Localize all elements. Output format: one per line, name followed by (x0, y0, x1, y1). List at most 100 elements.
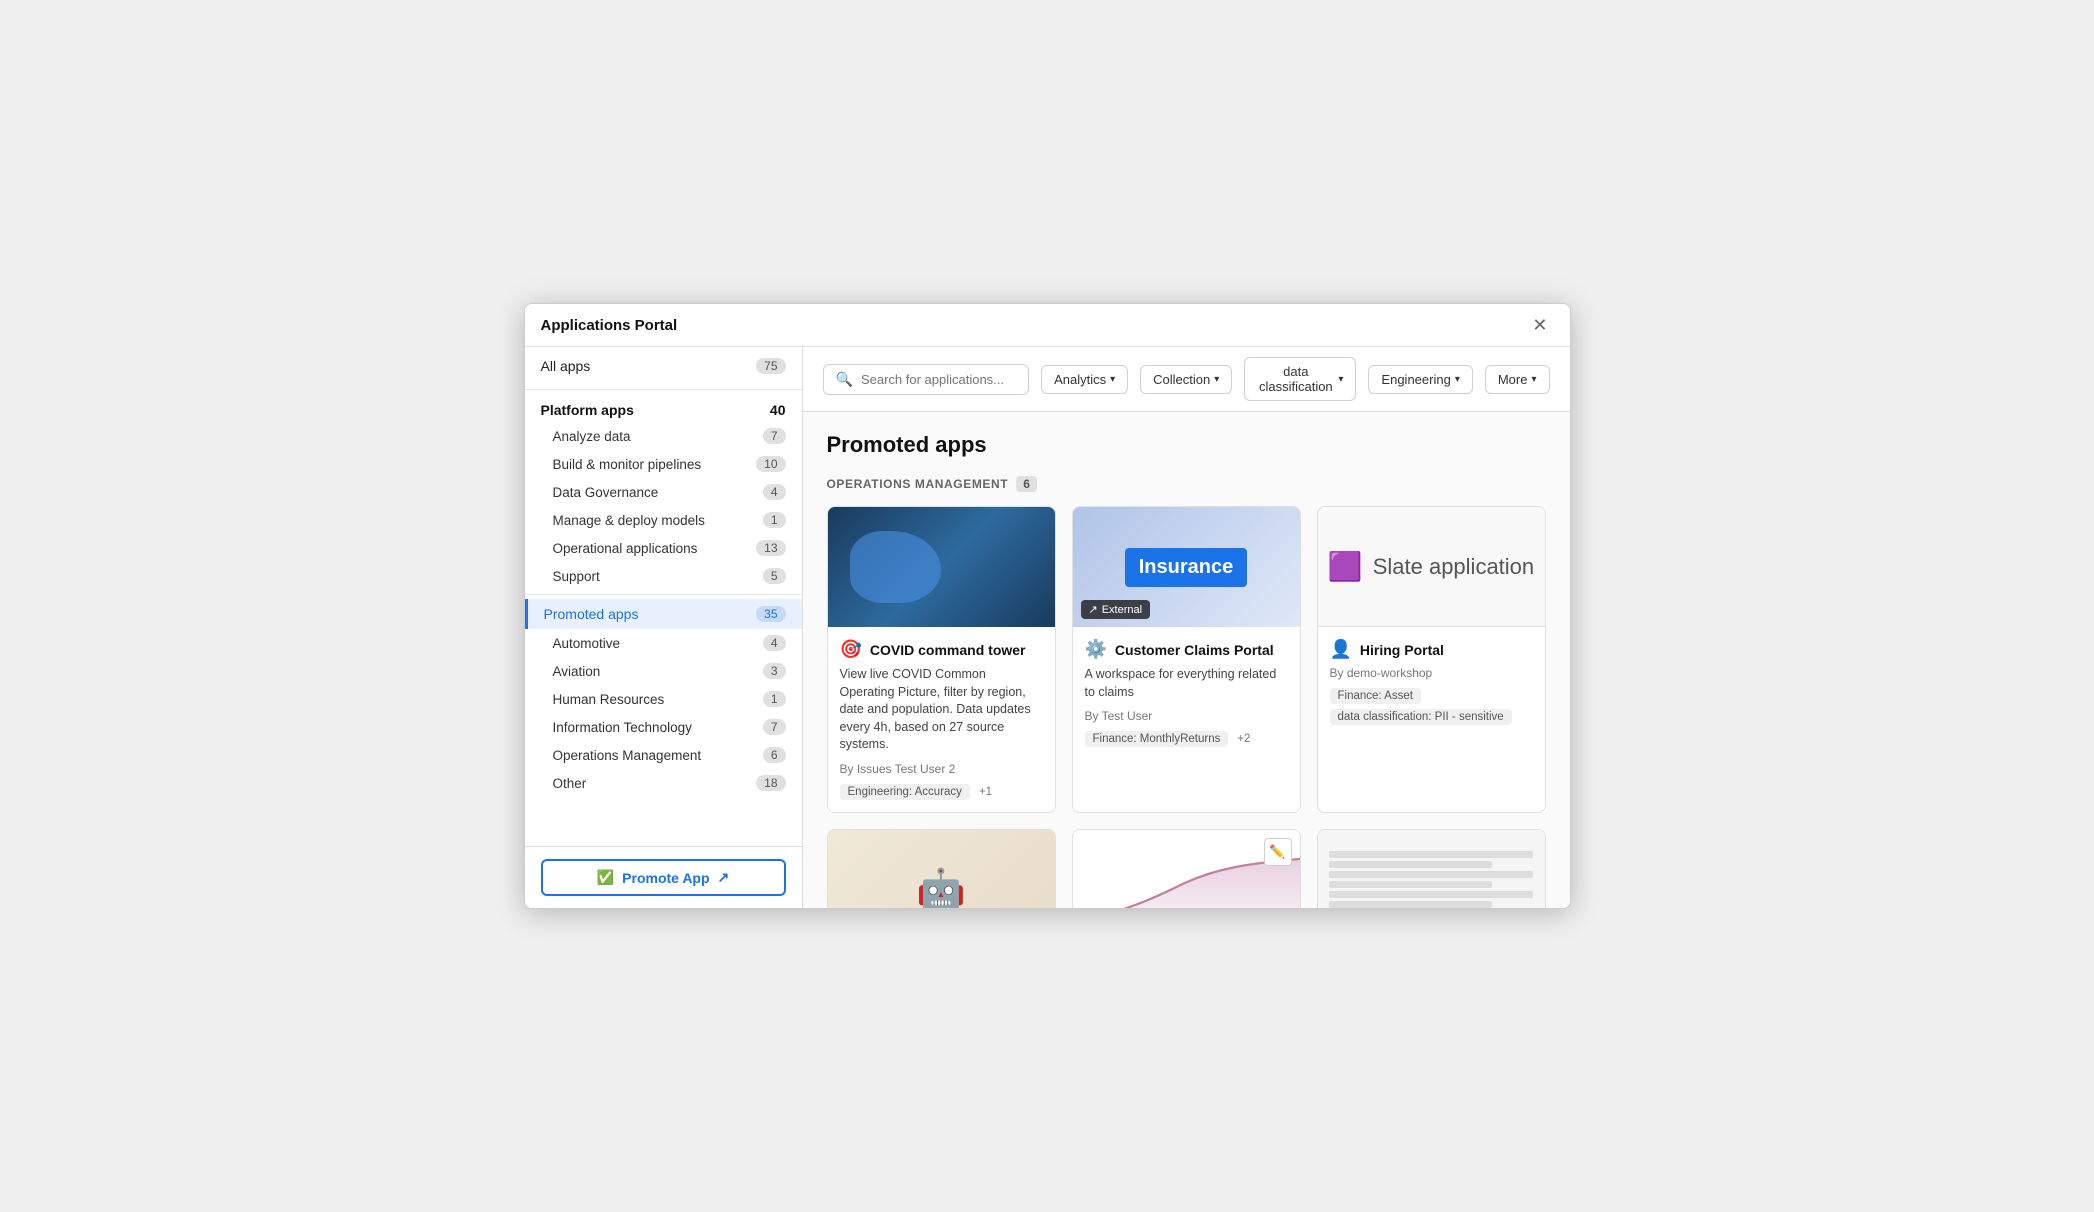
card-research[interactable]: ✏️ (1072, 829, 1301, 909)
card-test-image: ↗ (1318, 830, 1545, 909)
claims-tag-finance: Finance: MonthlyReturns (1085, 731, 1229, 747)
aviation-badge: 3 (763, 663, 786, 679)
operational-label: Operational applications (553, 541, 698, 556)
hiring-tag-data: data classification: PII - sensitive (1330, 709, 1512, 725)
analyze-badge: 7 (763, 428, 786, 444)
it-label: Information Technology (553, 720, 692, 735)
data-classification-label: data classification (1257, 364, 1334, 394)
claims-extra-tags: +2 (1233, 731, 1254, 747)
page-title: Promoted apps (827, 432, 1546, 458)
promote-app-button[interactable]: ✅ Promote App ↗ (541, 859, 786, 896)
automotive-label: Automotive (553, 636, 621, 651)
card-test[interactable]: ↗ (1317, 829, 1546, 909)
test-line-3 (1329, 871, 1533, 878)
covid-tag-engineering: Engineering: Accuracy (840, 784, 970, 800)
collection-label: Collection (1153, 372, 1210, 387)
main-content: 🔍 Analytics ▾ Collection ▾ data classifi… (803, 347, 1570, 908)
insurance-label: Insurance (1125, 548, 1247, 587)
promote-btn-wrap: ✅ Promote App ↗ (525, 846, 802, 908)
models-label: Manage & deploy models (553, 513, 705, 528)
external-text: External (1102, 604, 1142, 616)
more-filter-btn[interactable]: More ▾ (1485, 365, 1550, 394)
card-research-image: ✏️ (1073, 830, 1300, 909)
data-classification-filter-btn[interactable]: data classification ▾ (1244, 357, 1356, 401)
sidebar-sub-operational[interactable]: Operational applications 13 (525, 534, 802, 562)
card-covid[interactable]: 🎯 COVID command tower View live COVID Co… (827, 506, 1056, 813)
collection-filter-btn[interactable]: Collection ▾ (1140, 365, 1232, 394)
analytics-label: Analytics (1054, 372, 1106, 387)
automotive-badge: 4 (763, 635, 786, 651)
map-background (828, 507, 1055, 627)
research-edit-button[interactable]: ✏️ (1264, 838, 1292, 866)
analytics-chevron-icon: ▾ (1110, 374, 1115, 385)
card-hiring[interactable]: 🟪 Slate application 👤 Hiring Portal By d… (1317, 506, 1546, 813)
sidebar-sub-other[interactable]: Other 18 (525, 769, 802, 797)
analyze-label: Analyze data (553, 429, 631, 444)
card-claims-image: Insurance ↗ External (1073, 507, 1300, 627)
test-line-6 (1329, 901, 1492, 908)
card-claims[interactable]: Insurance ↗ External ⚙️ Customer Claims … (1072, 506, 1301, 813)
card-reporting-image: 🤖 ↗ External (828, 830, 1055, 909)
section-label: OPERATIONS MANAGEMENT (827, 477, 1009, 491)
covid-author: By Issues Test User 2 (840, 762, 1043, 776)
sidebar-divider-1 (525, 389, 802, 390)
close-button[interactable]: ✕ (1526, 314, 1553, 336)
search-input[interactable] (861, 372, 1016, 387)
covid-extra-tags: +1 (975, 784, 996, 800)
search-icon: 🔍 (836, 371, 853, 388)
claims-external-badge: ↗ External (1081, 600, 1151, 619)
card-reporting[interactable]: 🤖 ↗ External 📄 Reporting hub (demo) (827, 829, 1056, 909)
test-line-5 (1329, 891, 1533, 898)
more-label: More (1498, 372, 1528, 387)
test-line-1 (1329, 851, 1533, 858)
sidebar-sub-analyze[interactable]: Analyze data 7 (525, 422, 802, 450)
data-classification-chevron-icon: ▾ (1338, 374, 1343, 385)
claims-icon: ⚙️ (1085, 639, 1107, 660)
sidebar-sub-ops[interactable]: Operations Management 6 (525, 741, 802, 769)
analytics-filter-btn[interactable]: Analytics ▾ (1041, 365, 1128, 394)
claims-title: Customer Claims Portal (1115, 642, 1274, 658)
sidebar-sub-it[interactable]: Information Technology 7 (525, 713, 802, 741)
build-badge: 10 (756, 456, 785, 472)
card-hiring-body: 👤 Hiring Portal By demo-workshop Finance… (1318, 627, 1545, 737)
it-badge: 7 (763, 719, 786, 735)
topbar: 🔍 Analytics ▾ Collection ▾ data classifi… (803, 347, 1570, 412)
all-apps-label: All apps (541, 358, 757, 374)
sidebar-sub-support[interactable]: Support 5 (525, 562, 802, 590)
sidebar-sub-build[interactable]: Build & monitor pipelines 10 (525, 450, 802, 478)
sidebar-sub-governance[interactable]: Data Governance 4 (525, 478, 802, 506)
engineering-filter-btn[interactable]: Engineering ▾ (1368, 365, 1472, 394)
sidebar-sub-automotive[interactable]: Automotive 4 (525, 629, 802, 657)
card-covid-body: 🎯 COVID command tower View live COVID Co… (828, 627, 1055, 812)
governance-label: Data Governance (553, 485, 659, 500)
claims-description: A workspace for everything related to cl… (1085, 666, 1288, 701)
card-covid-title-row: 🎯 COVID command tower (840, 639, 1043, 660)
body-container: All apps 75 Platform apps 40 Analyze dat… (525, 347, 1570, 908)
hiring-tags: Finance: Asset data classification: PII … (1330, 688, 1533, 725)
sidebar-sub-hr[interactable]: Human Resources 1 (525, 685, 802, 713)
platform-apps-header[interactable]: Platform apps 40 (525, 394, 802, 422)
sidebar-sub-aviation[interactable]: Aviation 3 (525, 657, 802, 685)
all-apps-badge: 75 (756, 358, 785, 374)
sidebar-item-all-apps[interactable]: All apps 75 (525, 351, 802, 381)
titlebar: Applications Portal ✕ (525, 304, 1570, 347)
search-wrap[interactable]: 🔍 (823, 364, 1030, 395)
card-claims-body: ⚙️ Customer Claims Portal A workspace fo… (1073, 627, 1300, 759)
sidebar-item-promoted-apps[interactable]: Promoted apps 35 (525, 599, 802, 629)
sidebar-sub-models[interactable]: Manage & deploy models 1 (525, 506, 802, 534)
window-title: Applications Portal (541, 317, 678, 334)
promoted-sub-items: Automotive 4 Aviation 3 Human Resources … (525, 629, 802, 797)
hr-badge: 1 (763, 691, 786, 707)
hiring-author: By demo-workshop (1330, 666, 1533, 680)
operational-badge: 13 (756, 540, 785, 556)
section-header: OPERATIONS MANAGEMENT 6 (827, 476, 1546, 492)
promote-arrow-icon: ↗ (718, 869, 730, 886)
claims-tags: Finance: MonthlyReturns +2 (1085, 731, 1288, 747)
promote-btn-label: Promote App (622, 870, 709, 886)
engineering-chevron-icon: ▾ (1455, 374, 1460, 385)
slate-app-label: Slate application (1373, 554, 1534, 580)
engineering-label: Engineering (1381, 372, 1450, 387)
promoted-apps-label: Promoted apps (544, 606, 757, 622)
promote-check-icon: ✅ (597, 869, 614, 886)
card-covid-image (828, 507, 1055, 627)
